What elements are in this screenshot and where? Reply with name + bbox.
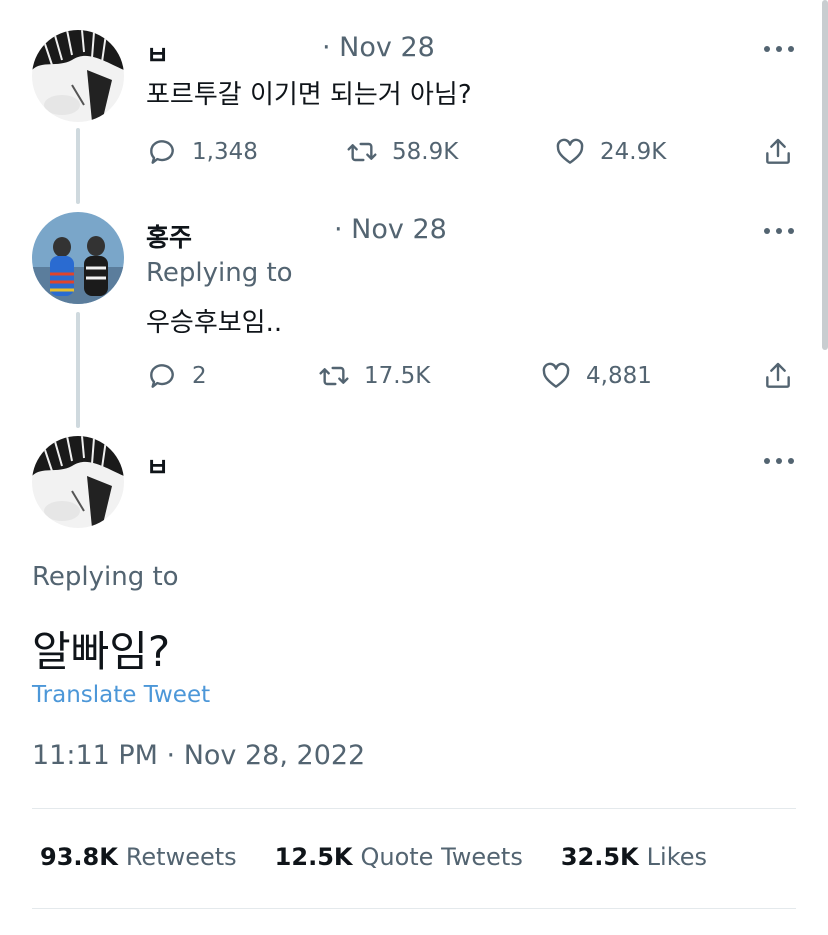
more-button[interactable] — [764, 44, 794, 54]
reply-button[interactable]: 2 — [146, 360, 207, 392]
tweet-text: 포르투갈 이기면 되는거 아님? — [146, 80, 472, 110]
reply-count: 1,348 — [192, 139, 258, 165]
thread-line — [76, 312, 80, 428]
tweet-text: 우승후보임.. — [146, 308, 283, 338]
tweet-date[interactable]: · Nov 28 — [322, 32, 435, 63]
author-name[interactable]: ㅂ — [146, 448, 169, 484]
share-icon — [766, 362, 790, 388]
share-button[interactable] — [762, 360, 794, 392]
tweet-date[interactable]: · Nov 28 — [334, 214, 447, 245]
share-icon — [766, 138, 790, 164]
reply-icon — [150, 364, 174, 388]
likes-stat[interactable]: 32.5K Likes — [561, 843, 707, 871]
engagement-stats: 93.8K Retweets 12.5K Quote Tweets 32.5K … — [40, 843, 707, 871]
retweet-icon — [319, 366, 349, 386]
more-icon — [764, 458, 770, 464]
retweets-stat[interactable]: 93.8K Retweets — [40, 843, 237, 871]
like-button[interactable]: 24.9K — [554, 136, 666, 168]
reply-count: 2 — [192, 363, 207, 389]
like-button[interactable]: 4,881 — [540, 360, 652, 392]
retweet-icon — [347, 142, 377, 162]
retweet-button[interactable]: 58.9K — [346, 136, 458, 168]
author-name[interactable]: ㅂ — [146, 36, 169, 72]
replying-to: Replying to — [146, 258, 293, 288]
more-button[interactable] — [764, 226, 794, 236]
quotes-label: Quote Tweets — [360, 843, 523, 871]
avatar[interactable] — [32, 212, 124, 304]
avatar-image-icon — [32, 436, 124, 528]
replying-to: Replying to — [32, 562, 179, 592]
retweet-count: 17.5K — [364, 363, 431, 389]
more-button[interactable] — [764, 456, 794, 466]
more-icon — [764, 46, 770, 52]
heart-icon — [542, 362, 570, 388]
retweets-count: 93.8K — [40, 843, 118, 871]
divider — [32, 908, 796, 909]
heart-icon — [556, 138, 584, 164]
like-count: 4,881 — [586, 363, 652, 389]
avatar[interactable] — [32, 436, 124, 528]
retweets-label: Retweets — [125, 843, 237, 871]
scrollbar[interactable] — [822, 0, 828, 350]
retweet-count: 58.9K — [392, 139, 459, 165]
thread-line — [76, 128, 80, 204]
avatar-image-icon — [32, 30, 124, 122]
quotes-count: 12.5K — [274, 843, 353, 871]
author-name[interactable]: 홍주 — [146, 218, 192, 254]
avatar-image-icon — [32, 212, 124, 304]
translate-tweet-link[interactable]: Translate Tweet — [32, 682, 210, 708]
like-count: 24.9K — [600, 139, 667, 165]
tweet-text: 알빠임? — [32, 627, 171, 676]
retweet-button[interactable]: 17.5K — [318, 360, 430, 392]
share-button[interactable] — [762, 136, 794, 168]
divider — [32, 808, 796, 809]
tweet-timestamp[interactable]: 11:11 PM · Nov 28, 2022 — [32, 740, 365, 771]
more-icon — [764, 228, 770, 234]
reply-button[interactable]: 1,348 — [146, 136, 258, 168]
likes-label: Likes — [646, 843, 708, 871]
quote-tweets-stat[interactable]: 12.5K Quote Tweets — [275, 843, 523, 871]
likes-count: 32.5K — [560, 843, 639, 871]
avatar[interactable] — [32, 30, 124, 122]
reply-icon — [150, 140, 174, 164]
